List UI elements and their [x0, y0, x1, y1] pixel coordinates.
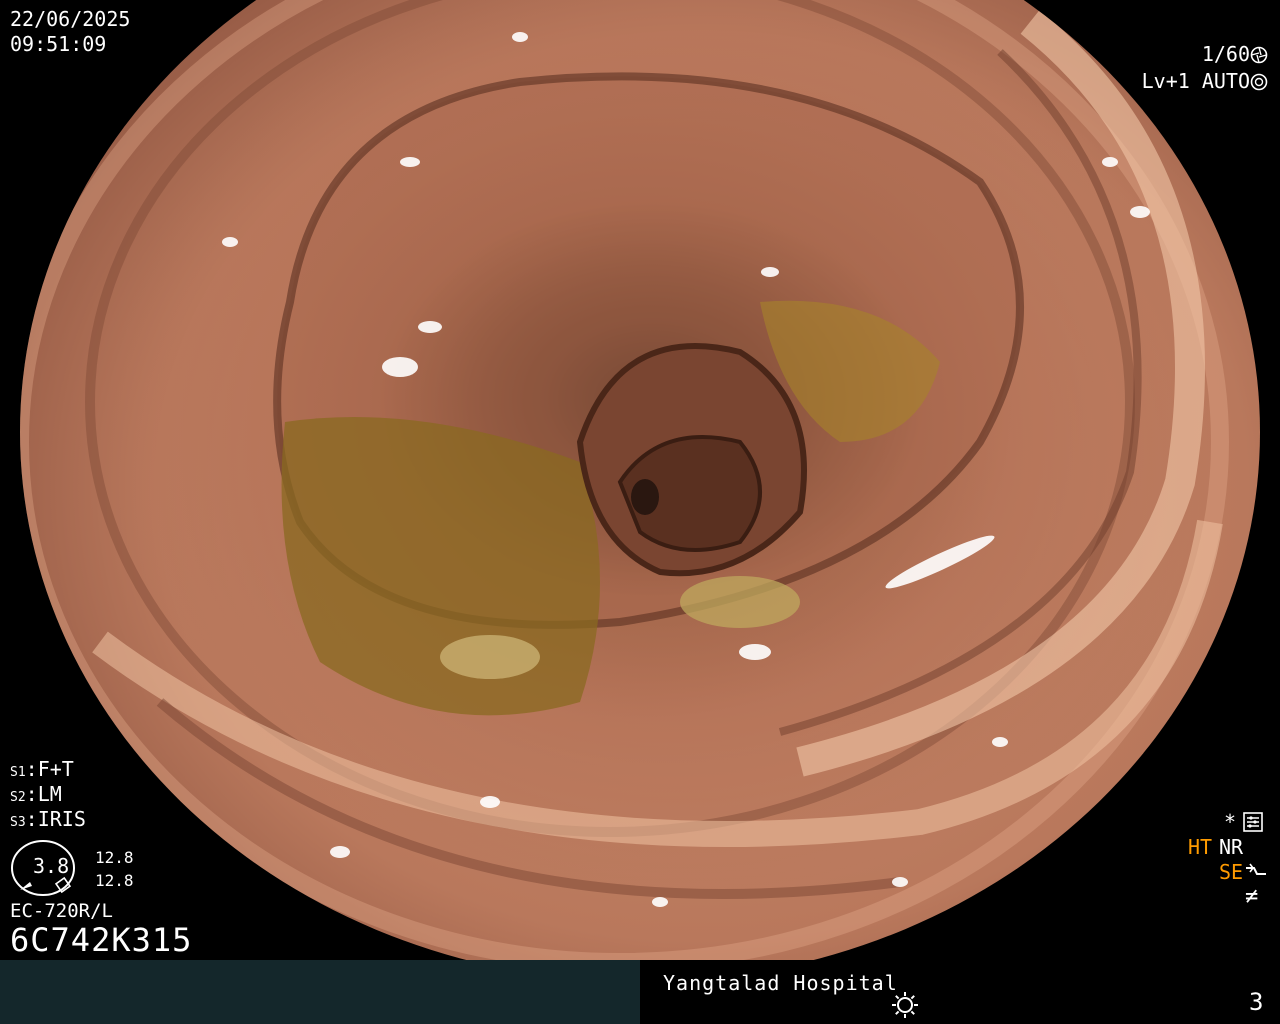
se-arrow-icon	[1246, 863, 1266, 875]
gauge-value: 3.8	[33, 854, 70, 878]
setting-s1-key: S1	[10, 765, 26, 780]
notequal-icon: ≠	[1245, 884, 1259, 909]
setting-s3-key: S3	[10, 815, 26, 830]
ht-indicator: HT	[1188, 835, 1213, 859]
setting-s3-value: :IRIS	[25, 807, 86, 831]
hospital-name: Yangtalad Hospital	[663, 971, 898, 995]
menu-icon	[1243, 812, 1263, 832]
se-indicator: SE	[1219, 860, 1244, 884]
aperture-icon	[1250, 73, 1268, 91]
shutter-speed-value: 1/60	[1201, 42, 1250, 66]
footer-left-panel	[0, 960, 640, 1024]
endoscope-view	[20, 0, 1260, 982]
nr-indicator: NR	[1219, 835, 1244, 859]
light-level-value: Lv+1 AUTO	[1141, 69, 1250, 93]
sun-icon	[892, 992, 918, 1018]
exam-time: 09:51:09	[10, 32, 107, 56]
shutter-speed: 1/60	[1202, 42, 1268, 66]
colon-lumen-drawing	[20, 0, 1229, 971]
shutter-icon	[1250, 46, 1268, 64]
star-icon: *	[1224, 810, 1237, 834]
gauge-side-value-1: 12.8	[95, 848, 134, 867]
page-number: 3	[1249, 988, 1264, 1016]
setting-s2-value: :LM	[25, 782, 62, 806]
scope-model: EC-720R/L	[10, 900, 113, 922]
light-level: Lv+1 AUTO	[1142, 69, 1268, 93]
scope-serial: 6C742K315	[10, 921, 193, 959]
setting-s2: S2:LM	[10, 782, 62, 810]
gauge-side-value-2: 12.8	[95, 871, 134, 890]
setting-s1-value: :F+T	[25, 757, 74, 781]
exam-date: 22/06/2025	[10, 7, 131, 31]
setting-s1: S1:F+T	[10, 757, 74, 785]
setting-s2-key: S2	[10, 790, 26, 805]
setting-s3: S3:IRIS	[10, 807, 86, 835]
